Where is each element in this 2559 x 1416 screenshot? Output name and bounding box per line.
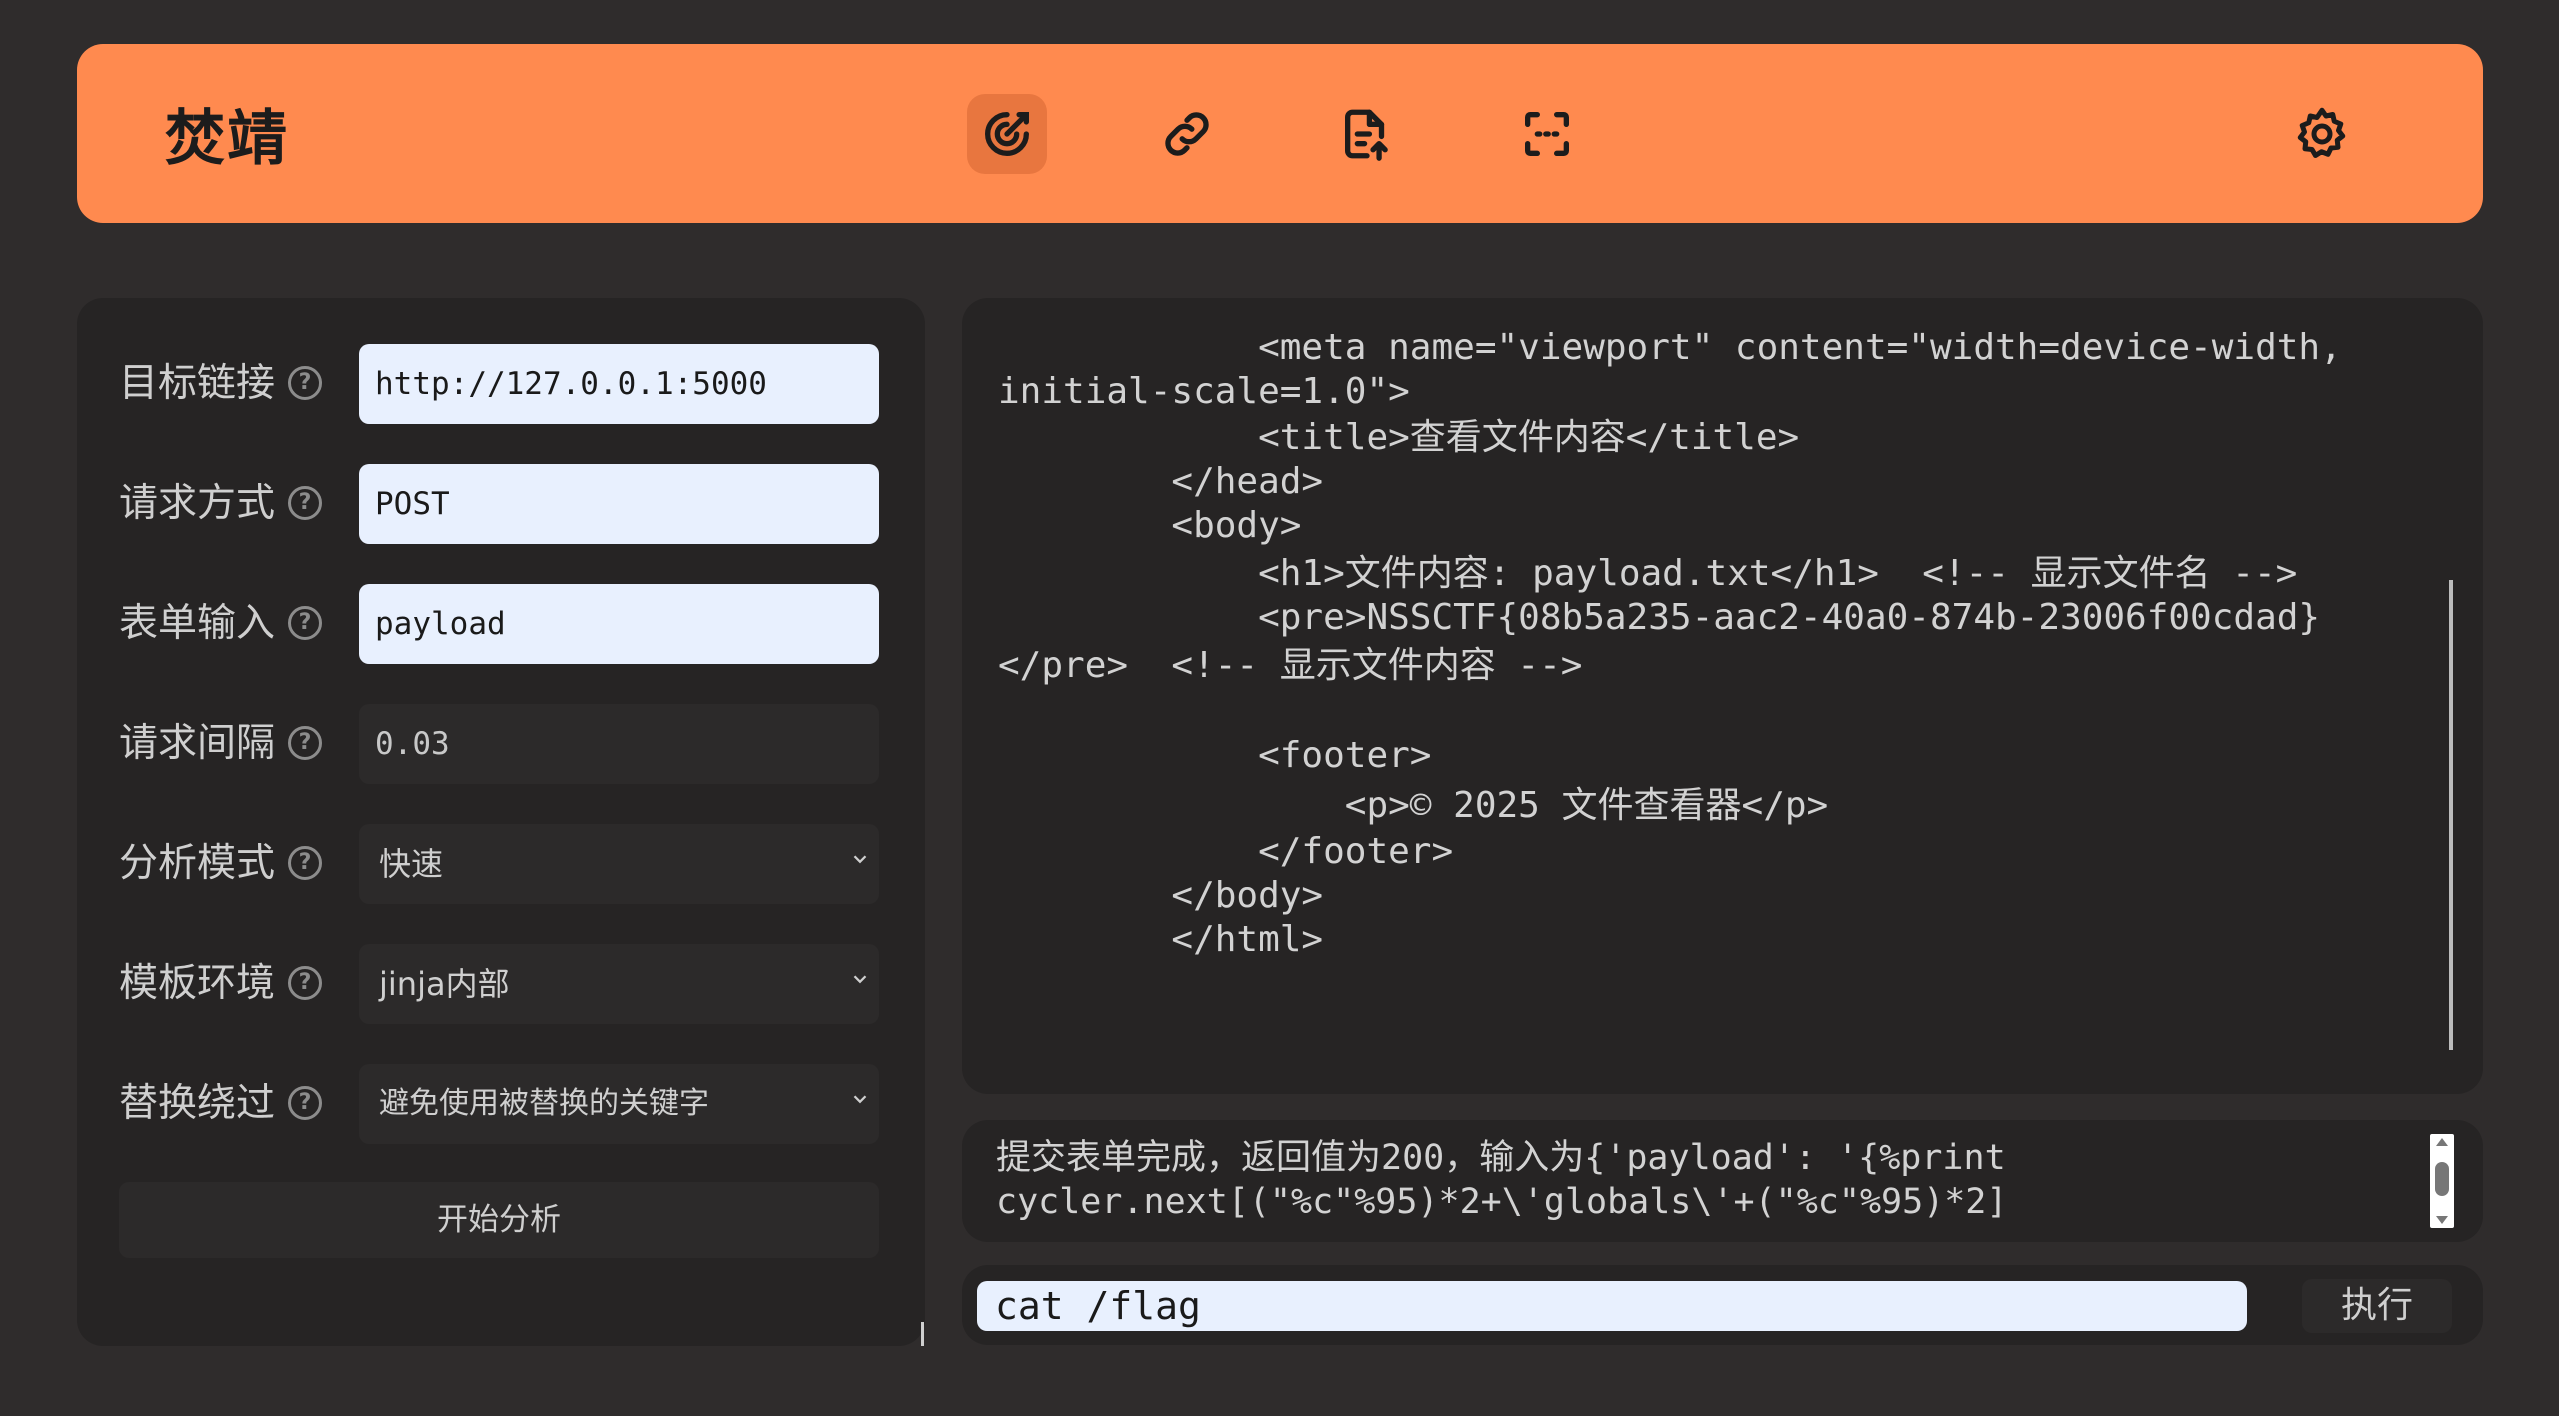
command-input[interactable] xyxy=(977,1281,2247,1331)
code-line: </html> xyxy=(998,919,1324,960)
nav-scan-button[interactable] xyxy=(1507,94,1587,174)
config-panel: 目标链接 ? 请求方式 ? 表单输入 ? 请求间隔 ? 分析模式 ? 快速 模板… xyxy=(77,298,925,1346)
code-line: <footer> xyxy=(998,735,1432,776)
target-url-row: 目标链接 ? xyxy=(119,344,889,424)
interval-label: 请求间隔 xyxy=(119,721,276,766)
bypass-row: 替换绕过 ? 避免使用被替换的关键字 xyxy=(119,1064,889,1144)
bypass-select-value: 避免使用被替换的关键字 xyxy=(379,1086,709,1121)
resize-handle[interactable] xyxy=(921,1322,924,1346)
scan-icon xyxy=(1525,112,1569,156)
app-title: 焚靖 xyxy=(165,104,289,174)
log-panel: 提交表单完成，返回值为200，输入为{'payload': '{%print c… xyxy=(962,1120,2483,1242)
mode-select[interactable]: 快速 xyxy=(359,824,879,904)
code-line: <body> xyxy=(998,505,1302,546)
target-icon xyxy=(985,112,1029,156)
env-select[interactable]: jinja内部 xyxy=(359,944,879,1024)
help-icon[interactable]: ? xyxy=(288,726,322,760)
code-line: </footer> xyxy=(998,831,1454,872)
log-text: 提交表单完成，返回值为200，输入为{'payload': '{%print c… xyxy=(996,1136,2386,1224)
settings-button[interactable] xyxy=(2282,94,2362,174)
bypass-label: 替换绕过 xyxy=(119,1081,276,1126)
gear-icon xyxy=(2297,107,2346,158)
help-icon[interactable]: ? xyxy=(288,606,322,640)
code-line: </head> xyxy=(998,461,1324,502)
help-icon[interactable]: ? xyxy=(288,846,322,880)
help-icon[interactable]: ? xyxy=(288,486,322,520)
bypass-select[interactable]: 避免使用被替换的关键字 xyxy=(359,1064,879,1144)
log-scrollbar[interactable] xyxy=(2430,1134,2454,1228)
mode-label: 分析模式 xyxy=(119,841,276,886)
nav-link-button[interactable] xyxy=(1147,94,1227,174)
target-url-label: 目标链接 xyxy=(119,361,276,406)
help-icon[interactable]: ? xyxy=(288,1086,322,1120)
scroll-down-icon[interactable] xyxy=(2436,1216,2448,1224)
code-line: </pre> <!-- 显示文件内容 --> xyxy=(998,645,1583,686)
interval-row: 请求间隔 ? xyxy=(119,704,889,784)
method-input[interactable] xyxy=(359,464,879,544)
command-bar: 执行 xyxy=(962,1265,2483,1345)
log-line: cycler.next[("%c"%95)*2+\'globals\'+("%c… xyxy=(996,1182,2008,1222)
code-line: <p>© 2025 文件查看器</p> xyxy=(998,785,1829,826)
mode-select-value: 快速 xyxy=(379,845,444,883)
form-input-label: 表单输入 xyxy=(119,601,276,646)
env-label: 模板环境 xyxy=(119,961,276,1006)
mode-row: 分析模式 ? 快速 xyxy=(119,824,889,904)
nav-crack-button[interactable] xyxy=(967,94,1047,174)
code-line: <meta name="viewport" content="width=dev… xyxy=(998,327,2342,368)
scroll-thumb[interactable] xyxy=(2435,1162,2449,1196)
help-icon[interactable]: ? xyxy=(288,966,322,1000)
scroll-up-icon[interactable] xyxy=(2436,1138,2448,1146)
code-line: initial-scale=1.0"> xyxy=(998,371,1410,412)
chevron-down-icon xyxy=(853,975,867,984)
nav-file-upload-button[interactable] xyxy=(1327,94,1407,174)
code-line: <h1>文件内容: payload.txt</h1> <!-- 显示文件名 --… xyxy=(998,553,2298,594)
app-header: 焚靖 xyxy=(77,44,2483,223)
env-row: 模板环境 ? jinja内部 xyxy=(119,944,889,1024)
chevron-down-icon xyxy=(853,855,867,864)
code-line: </body> xyxy=(998,875,1324,916)
code-line: <pre>NSSCTF{08b5a235-aac2-40a0-874b-2300… xyxy=(998,597,2321,638)
execute-button[interactable]: 执行 xyxy=(2302,1279,2452,1333)
form-input-row: 表单输入 ? xyxy=(119,584,889,664)
code-line: <title>查看文件内容</title> xyxy=(998,417,1800,458)
method-row: 请求方式 ? xyxy=(119,464,889,544)
target-url-input[interactable] xyxy=(359,344,879,424)
form-input-field[interactable] xyxy=(359,584,879,664)
log-line: 提交表单完成，返回值为200，输入为{'payload': '{%print xyxy=(996,1138,2006,1178)
start-analysis-button[interactable]: 开始分析 xyxy=(119,1182,879,1258)
output-scrollbar[interactable] xyxy=(2449,580,2453,1050)
file-upload-icon xyxy=(1345,109,1388,161)
chevron-down-icon xyxy=(853,1095,867,1104)
response-output: <meta name="viewport" content="width=dev… xyxy=(962,298,2483,1094)
env-select-value: jinja内部 xyxy=(379,965,510,1003)
method-label: 请求方式 xyxy=(119,481,276,526)
interval-input[interactable] xyxy=(359,704,879,784)
help-icon[interactable]: ? xyxy=(288,366,322,400)
link-icon xyxy=(1165,112,1209,156)
